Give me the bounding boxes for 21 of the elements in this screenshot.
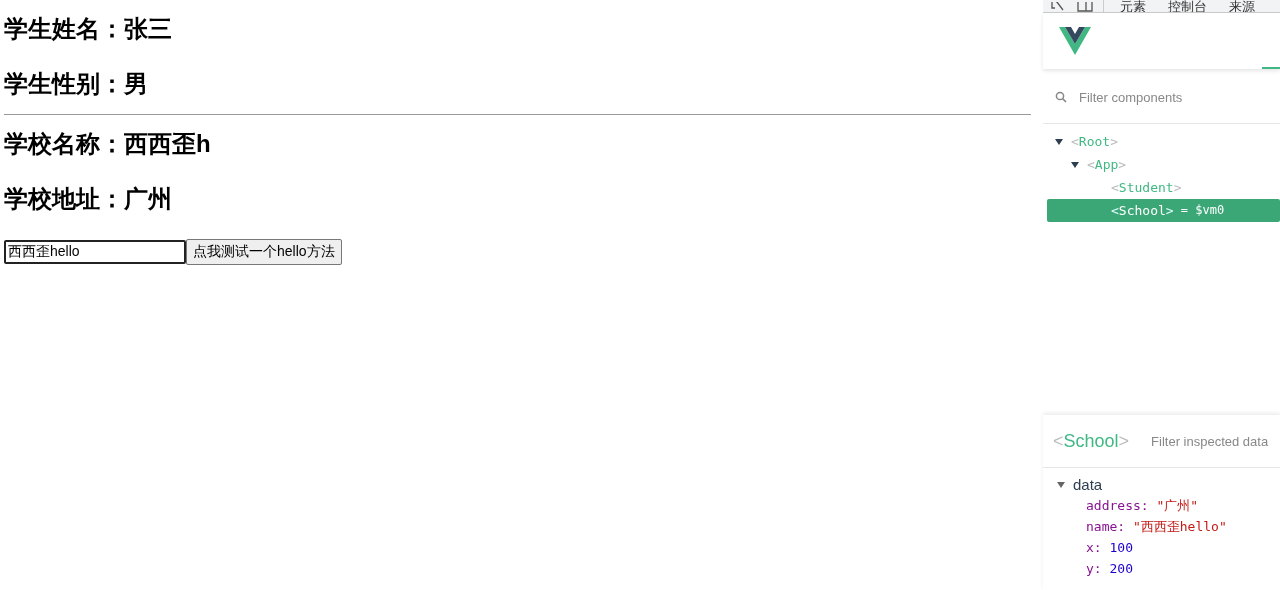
school-info-heading: 学校名称：西西歪h xyxy=(4,129,212,159)
student-info-heading: 学生性别：男 xyxy=(4,69,149,99)
filter-inspected-data-field[interactable]: Filter inspected data xyxy=(1149,432,1280,450)
student-info-heading: 学生姓名：张三 xyxy=(4,14,173,44)
data-property: x: 100 xyxy=(1085,539,1134,557)
test-hello-button[interactable]: 点我测试一个hello方法 xyxy=(186,239,342,265)
devtools-tab[interactable]: 来源 xyxy=(1223,0,1261,12)
expand-triangle-icon[interactable] xyxy=(1055,138,1063,145)
selected-component-name: <School> xyxy=(1053,430,1130,452)
data-property: name: "西西歪hello" xyxy=(1085,518,1228,536)
school-info-heading: 学校地址：广州 xyxy=(4,184,173,214)
search-icon xyxy=(1055,91,1067,103)
devtools-tab[interactable]: 控制台 xyxy=(1162,0,1213,12)
vue-logo-icon xyxy=(1059,27,1091,55)
devtools-tab[interactable]: 元素 xyxy=(1114,0,1152,12)
data-section-toggle[interactable]: data xyxy=(1043,468,1280,495)
device-toggle-icon[interactable] xyxy=(1077,2,1093,12)
name-input-field[interactable]: 西西歪hello xyxy=(4,240,186,264)
data-property: address: "广州" xyxy=(1085,497,1200,515)
expand-triangle-icon[interactable] xyxy=(1071,161,1079,168)
data-property: y: 200 xyxy=(1085,560,1134,578)
